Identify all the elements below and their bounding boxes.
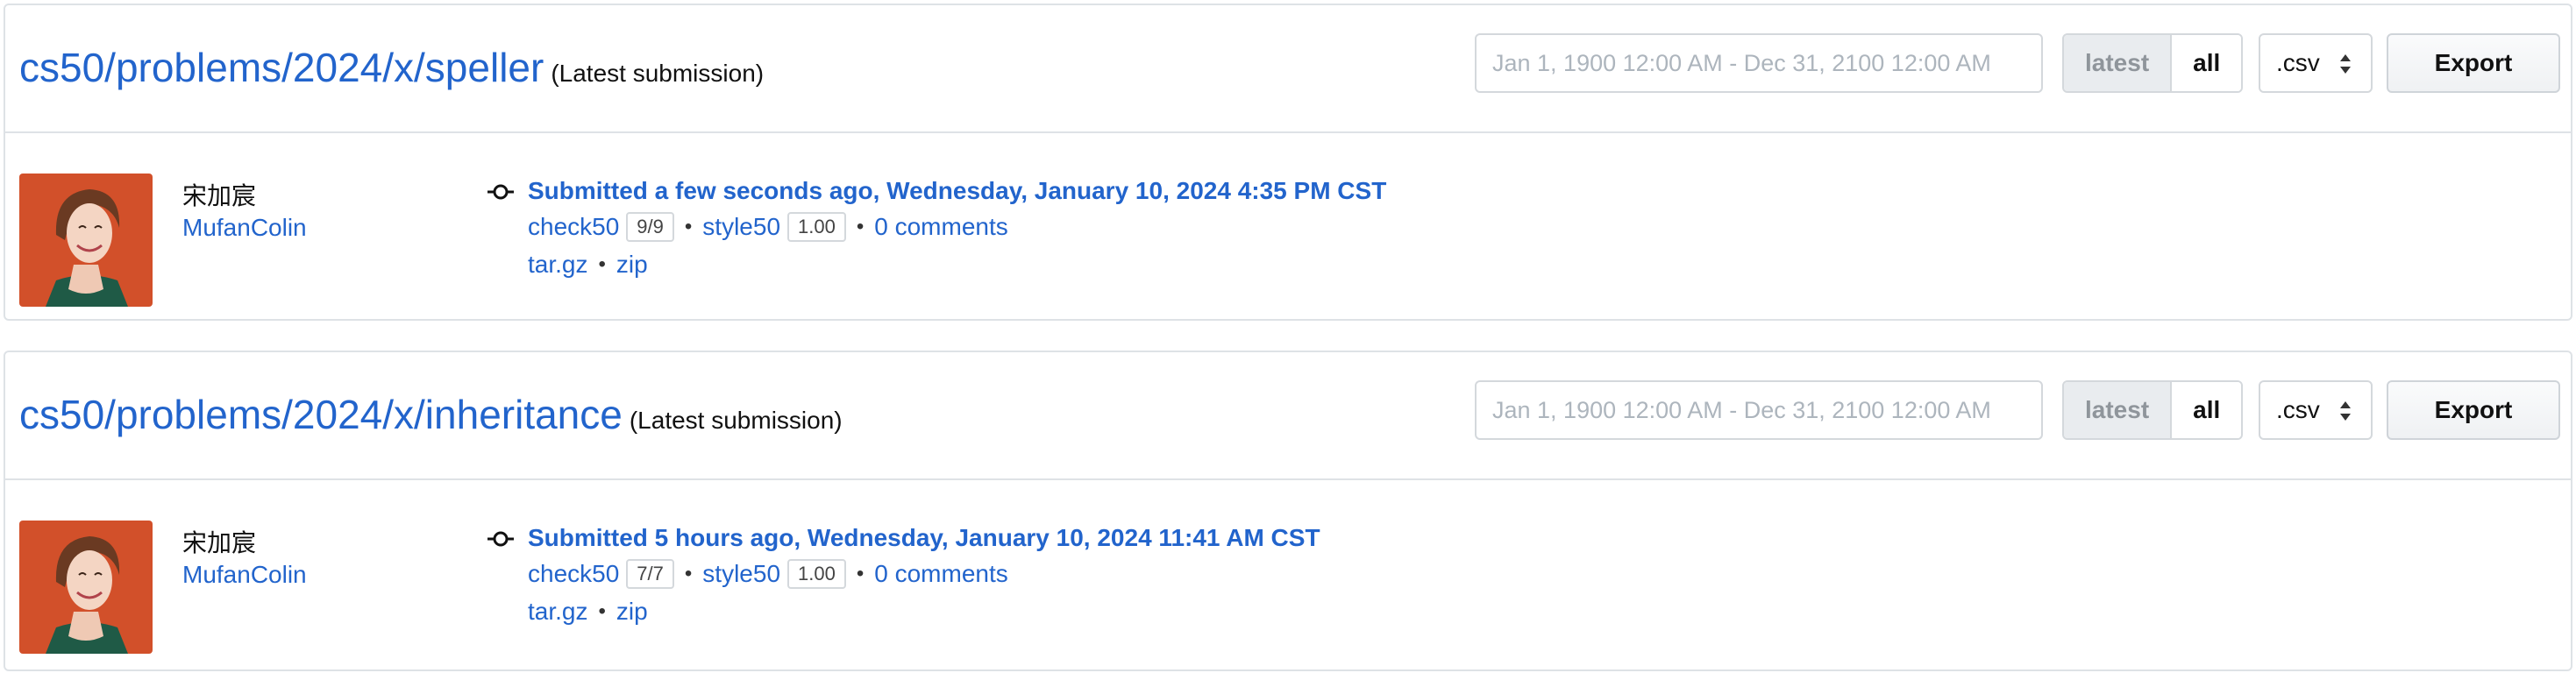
- submission-timestamp-link[interactable]: Submitted a few seconds ago, Wednesday, …: [528, 177, 1386, 205]
- latest-all-toggle: latest all: [2062, 33, 2244, 93]
- download-targz-link[interactable]: tar.gz: [528, 598, 587, 626]
- download-zip-link[interactable]: zip: [616, 598, 648, 626]
- downloads-line: tar.gz • zip: [528, 251, 648, 279]
- latest-submission-label: (Latest submission): [551, 60, 765, 87]
- format-select-value: .csv: [2276, 396, 2320, 423]
- format-select[interactable]: .csv: [2259, 380, 2373, 440]
- submission-row: 宋加宸 MufanColin Submitted 5 hours ago, We…: [5, 480, 2571, 669]
- style50-score-badge: 1.00: [787, 212, 846, 242]
- problem-link[interactable]: cs50/problems/2024/x/inheritance: [19, 392, 623, 437]
- checks-line: check50 9/9 • style50 1.00 • 0 comments: [528, 212, 1008, 242]
- latest-toggle-button[interactable]: latest: [2064, 35, 2173, 91]
- panel-header: cs50/problems/2024/x/inheritance (Latest …: [5, 352, 2571, 480]
- separator-dot: •: [684, 562, 693, 585]
- downloads-line: tar.gz • zip: [528, 598, 648, 626]
- date-range-input[interactable]: [1475, 380, 2043, 440]
- check50-score-badge: 7/7: [626, 559, 674, 589]
- comments-link[interactable]: 0 comments: [874, 213, 1008, 241]
- user-avatar-icon[interactable]: [19, 521, 153, 654]
- all-toggle-button[interactable]: all: [2172, 35, 2242, 91]
- comments-link[interactable]: 0 comments: [874, 560, 1008, 588]
- submission-panel-speller: cs50/problems/2024/x/speller (Latest subm…: [4, 4, 2572, 321]
- export-button[interactable]: Export: [2387, 380, 2560, 440]
- style50-score-badge: 1.00: [787, 559, 846, 589]
- check50-score-badge: 9/9: [626, 212, 674, 242]
- style50-link[interactable]: style50: [702, 213, 780, 241]
- separator-dot: •: [598, 599, 606, 623]
- submission-row: 宋加宸 MufanColin Submitted a few seconds a…: [5, 133, 2571, 319]
- user-handle-link[interactable]: MufanColin: [182, 214, 307, 242]
- download-zip-link[interactable]: zip: [616, 251, 648, 279]
- format-select[interactable]: .csv: [2259, 33, 2373, 93]
- latest-all-toggle: latest all: [2062, 380, 2244, 440]
- check50-link[interactable]: check50: [528, 560, 619, 588]
- user-name: 宋加宸: [182, 529, 257, 556]
- panel-header: cs50/problems/2024/x/speller (Latest subm…: [5, 5, 2571, 133]
- latest-submission-label: (Latest submission): [629, 407, 843, 434]
- separator-dot: •: [598, 252, 606, 276]
- style50-link[interactable]: style50: [702, 560, 780, 588]
- user-handle-link[interactable]: MufanColin: [182, 561, 307, 589]
- separator-dot: •: [856, 562, 865, 585]
- separator-dot: •: [856, 215, 865, 238]
- all-toggle-button[interactable]: all: [2172, 382, 2242, 438]
- problem-link[interactable]: cs50/problems/2024/x/speller: [19, 45, 544, 90]
- export-button[interactable]: Export: [2387, 33, 2560, 93]
- checks-line: check50 7/7 • style50 1.00 • 0 comments: [528, 559, 1008, 589]
- check50-link[interactable]: check50: [528, 213, 619, 241]
- git-commit-icon: [487, 184, 514, 200]
- select-arrows-icon: [2340, 401, 2351, 421]
- submission-timestamp-link[interactable]: Submitted 5 hours ago, Wednesday, Januar…: [528, 524, 1320, 552]
- git-commit-icon: [487, 531, 514, 547]
- submission-panel-inheritance: cs50/problems/2024/x/inheritance (Latest …: [4, 351, 2572, 671]
- problem-title: cs50/problems/2024/x/inheritance (Latest …: [19, 391, 843, 438]
- user-name: 宋加宸: [182, 182, 257, 209]
- format-select-value: .csv: [2276, 49, 2320, 76]
- latest-toggle-button[interactable]: latest: [2064, 382, 2173, 438]
- user-avatar-icon[interactable]: [19, 174, 153, 307]
- select-arrows-icon: [2340, 54, 2351, 74]
- date-range-input[interactable]: [1475, 33, 2043, 93]
- problem-title: cs50/problems/2024/x/speller (Latest subm…: [19, 44, 764, 91]
- separator-dot: •: [684, 215, 693, 238]
- download-targz-link[interactable]: tar.gz: [528, 251, 587, 279]
